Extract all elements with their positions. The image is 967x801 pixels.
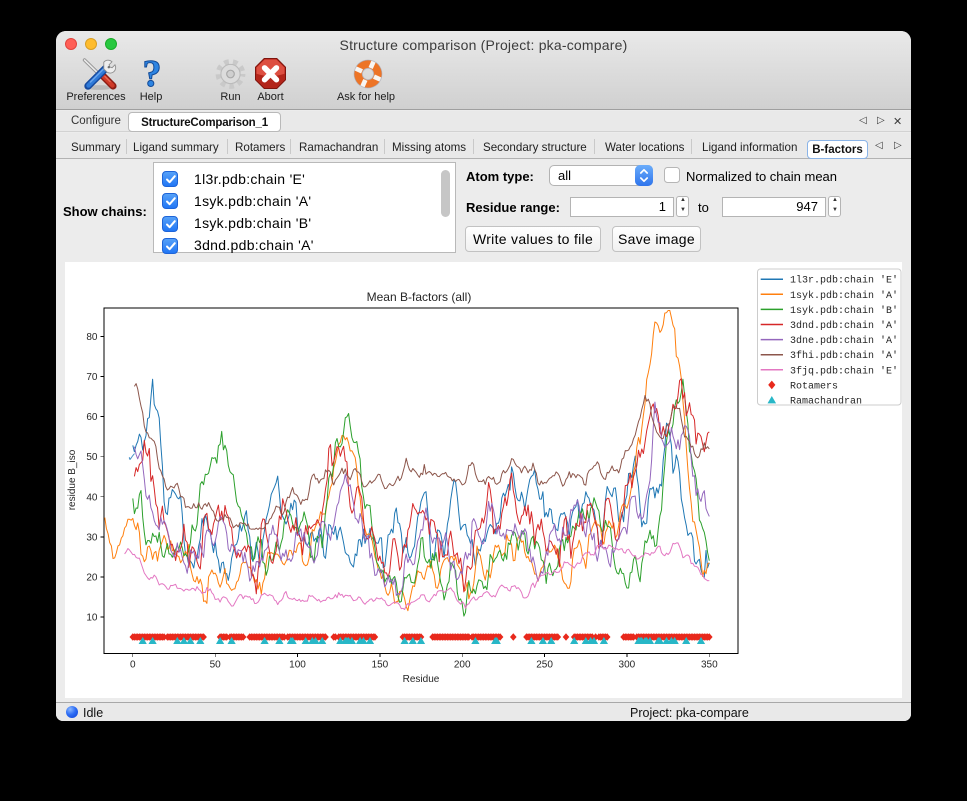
svg-text:200: 200 [454,660,471,671]
svg-text:Residue: Residue [403,674,440,685]
svg-text:1syk.pdb:chain 'B': 1syk.pdb:chain 'B' [790,305,898,317]
svg-text:30: 30 [86,532,98,543]
svg-text:70: 70 [86,372,98,383]
svg-text:1syk.pdb:chain 'A': 1syk.pdb:chain 'A' [790,290,898,302]
svg-text:100: 100 [289,660,306,671]
svg-text:1l3r.pdb:chain 'E': 1l3r.pdb:chain 'E' [790,275,898,287]
svg-text:20: 20 [86,572,98,583]
svg-text:3fjq.pdb:chain 'E': 3fjq.pdb:chain 'E' [790,365,898,377]
svg-text:0: 0 [130,660,136,671]
svg-text:150: 150 [372,660,389,671]
svg-text:80: 80 [86,332,98,343]
svg-text:3fhi.pdb:chain 'A': 3fhi.pdb:chain 'A' [790,350,898,362]
svg-text:250: 250 [536,660,553,671]
svg-text:residue B_iso: residue B_iso [67,449,78,510]
svg-text:?: ? [143,57,162,93]
svg-text:50: 50 [86,452,98,463]
svg-text:3dnd.pdb:chain 'A': 3dnd.pdb:chain 'A' [790,320,898,332]
svg-text:✓: ✓ [127,450,137,464]
svg-text:40: 40 [86,492,98,503]
svg-text:Ramachandran: Ramachandran [790,396,862,408]
svg-text:300: 300 [619,660,636,671]
svg-text:Rotamers: Rotamers [790,381,838,392]
svg-text:350: 350 [701,660,718,671]
svg-text:Mean B-factors (all): Mean B-factors (all) [367,290,472,304]
svg-text:3dne.pdb:chain 'A': 3dne.pdb:chain 'A' [790,335,898,347]
svg-text:10: 10 [86,613,98,624]
svg-text:60: 60 [86,412,98,423]
svg-text:50: 50 [210,660,222,671]
